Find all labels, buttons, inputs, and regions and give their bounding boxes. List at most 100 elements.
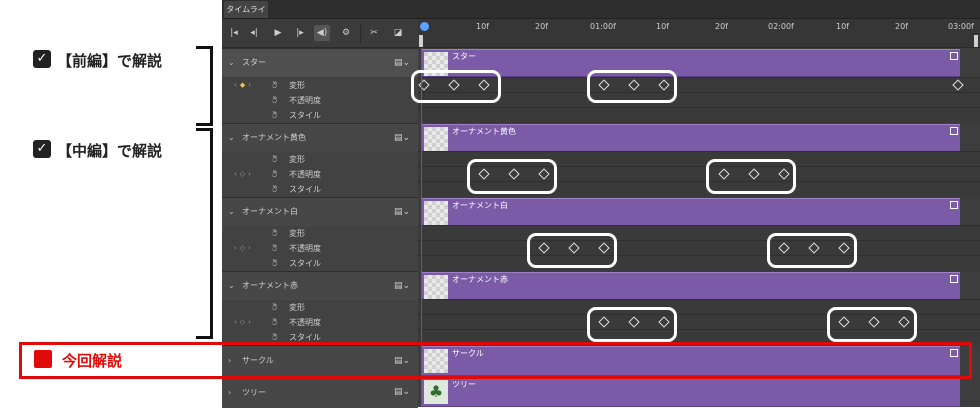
clip-end-handle[interactable]: [950, 275, 958, 283]
clip-end-handle[interactable]: [950, 201, 958, 209]
keyframe-track[interactable]: [418, 240, 980, 256]
settings-icon[interactable]: ⚙: [338, 25, 354, 41]
prop-row[interactable]: ඊ 不透明度: [222, 93, 418, 108]
prop-row[interactable]: ඊ 変形: [222, 226, 418, 241]
chevron-right-icon[interactable]: ›: [228, 377, 231, 408]
stopwatch-icon[interactable]: ඊ: [272, 315, 277, 330]
highlight-circle: [706, 159, 796, 194]
keyframe-nav[interactable]: ‹◆›: [234, 78, 254, 93]
layer-row-ornament-yellow[interactable]: ⌄ オーナメント黄色 ▤⌄: [222, 123, 418, 152]
clip-end-handle[interactable]: [950, 127, 958, 135]
transition-icon[interactable]: ◪: [390, 25, 406, 41]
clip-ornament-yellow[interactable]: オーナメント黄色: [422, 124, 960, 152]
prop-name: スタイル: [289, 185, 321, 194]
layer-row-tree[interactable]: › ツリー ▤⌄: [222, 376, 418, 408]
prop-row[interactable]: ‹◇› ඊ 不透明度: [222, 167, 418, 182]
time-ruler[interactable]: 10f 20f 01:00f 10f 20f 02:00f 10f 20f 03…: [418, 19, 980, 48]
film-icon[interactable]: ▤⌄: [394, 377, 410, 408]
stopwatch-icon[interactable]: ඊ: [272, 152, 277, 167]
keyframe-track[interactable]: [418, 255, 980, 271]
stopwatch-icon[interactable]: ඊ: [272, 300, 277, 315]
film-icon[interactable]: ▤⌄: [394, 272, 410, 300]
stopwatch-icon[interactable]: ඊ: [272, 108, 277, 123]
keyframe-nav[interactable]: ‹◇›: [234, 315, 254, 330]
prop-row[interactable]: ‹◇› ඊ 不透明度: [222, 315, 418, 330]
keyframe-track[interactable]: [418, 92, 980, 108]
stopwatch-icon[interactable]: ඊ: [272, 78, 277, 93]
clip-ornament-red[interactable]: オーナメント赤: [422, 272, 960, 300]
keyframe-nav[interactable]: ‹◇›: [234, 241, 254, 256]
prop-name: スタイル: [289, 259, 321, 268]
prop-row[interactable]: ඊ 変形: [222, 300, 418, 315]
stopwatch-icon[interactable]: ඊ: [272, 93, 277, 108]
toolbar-divider: [360, 23, 361, 43]
ruler-tick: 10f: [836, 22, 849, 31]
prop-name: 不透明度: [289, 170, 321, 179]
bracket-middle: [196, 128, 213, 339]
prev-frame-icon[interactable]: ◂|: [246, 25, 262, 41]
prop-name: スタイル: [289, 111, 321, 120]
tab-timeline[interactable]: タイムライン: [224, 1, 268, 31]
keyframe-nav[interactable]: ‹◇›: [234, 167, 254, 182]
stopwatch-icon[interactable]: ඊ: [272, 182, 277, 197]
highlight-circle: [411, 70, 501, 103]
ruler-tick: 10f: [656, 22, 669, 31]
ruler-tick: 20f: [715, 22, 728, 31]
prop-row[interactable]: ඊ 変形: [222, 152, 418, 167]
layer-row-ornament-red[interactable]: ⌄ オーナメント赤 ▤⌄: [222, 271, 418, 300]
chevron-down-icon[interactable]: ⌄: [228, 49, 235, 77]
clip-end-handle[interactable]: [950, 52, 958, 60]
keyframe[interactable]: [952, 79, 964, 91]
play-icon[interactable]: ▶: [270, 25, 286, 41]
layer-row-star[interactable]: ⌄ スター ▤⌄: [222, 48, 418, 77]
ruler-tick: 10f: [476, 22, 489, 31]
clip-label: オーナメント赤: [452, 275, 508, 284]
clip-star[interactable]: スター: [422, 49, 960, 77]
stopwatch-icon[interactable]: ඊ: [272, 226, 277, 241]
prop-row[interactable]: ‹◆› ඊ 変形: [222, 78, 418, 93]
timeline-toolbar: |◂ ◂| ▶ |▸ ◀) ⚙ ✂ ◪: [222, 19, 418, 48]
film-icon[interactable]: ▤⌄: [394, 198, 410, 226]
next-frame-icon[interactable]: |▸: [292, 25, 308, 41]
highlight-box-circle-layer: [19, 342, 972, 379]
chevron-down-icon[interactable]: ⌄: [228, 272, 235, 300]
film-icon[interactable]: ▤⌄: [394, 124, 410, 152]
stopwatch-icon[interactable]: ඊ: [272, 241, 277, 256]
prop-name: 不透明度: [289, 244, 321, 253]
prop-row[interactable]: ‹◇› ඊ 不透明度: [222, 241, 418, 256]
clip-ornament-white[interactable]: オーナメント白: [422, 198, 960, 226]
annotation-middle: 【中編】で解説: [57, 142, 163, 160]
keyframe-track[interactable]: [418, 77, 980, 93]
work-area-start[interactable]: [419, 35, 423, 47]
prop-row[interactable]: ඊ スタイル: [222, 182, 418, 197]
work-area-end[interactable]: [974, 35, 978, 47]
layer-row-ornament-white[interactable]: ⌄ オーナメント白 ▤⌄: [222, 197, 418, 226]
film-icon[interactable]: ▤⌄: [394, 49, 410, 77]
bracket-front: [196, 46, 213, 126]
prop-name: 不透明度: [289, 96, 321, 105]
highlight-circle: [587, 70, 677, 103]
first-frame-icon[interactable]: |◂: [226, 25, 242, 41]
playhead-icon[interactable]: [420, 22, 429, 31]
audio-icon[interactable]: ◀): [314, 25, 330, 41]
checkbox-icon: ✓: [33, 50, 51, 68]
prop-row[interactable]: ඊ スタイル: [222, 256, 418, 271]
keyframe-track[interactable]: [418, 107, 980, 123]
highlight-circle: [767, 233, 857, 268]
chevron-down-icon[interactable]: ⌄: [228, 124, 235, 152]
layer-name: オーナメント黄色: [242, 133, 306, 142]
prop-name: 変形: [289, 155, 305, 164]
ruler-tick: 03:00f: [948, 22, 974, 31]
keyframe-track[interactable]: [418, 225, 980, 241]
highlight-circle: [527, 233, 617, 268]
prop-row[interactable]: ඊ スタイル: [222, 108, 418, 123]
stopwatch-icon[interactable]: ඊ: [272, 167, 277, 182]
stopwatch-icon[interactable]: ඊ: [272, 256, 277, 271]
ruler-tick: 01:00f: [590, 22, 616, 31]
chevron-down-icon[interactable]: ⌄: [228, 198, 235, 226]
clip-tree[interactable]: ♣ ツリー: [422, 377, 960, 407]
prop-name: 変形: [289, 81, 305, 90]
clip-label: オーナメント黄色: [452, 127, 516, 136]
scissors-icon[interactable]: ✂: [366, 25, 382, 41]
highlight-circle: [827, 307, 917, 342]
